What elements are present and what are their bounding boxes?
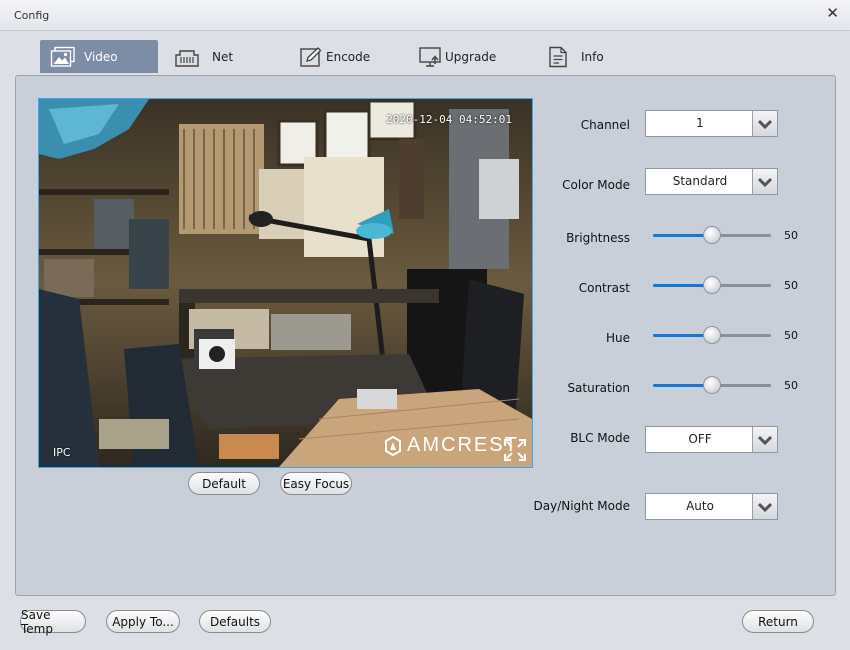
- slider-thumb[interactable]: [703, 326, 721, 344]
- contrast-value: 50: [784, 279, 798, 292]
- close-icon[interactable]: ✕: [826, 4, 839, 22]
- slider-thumb[interactable]: [703, 226, 721, 244]
- tab-net-label: Net: [212, 49, 234, 64]
- saturation-slider[interactable]: [653, 376, 771, 396]
- watermark-text: AMCREST: [407, 434, 519, 456]
- chevron-down-icon[interactable]: [752, 427, 777, 452]
- hue-label: Hue: [605, 331, 630, 345]
- brightness-slider[interactable]: [653, 226, 771, 246]
- brightness-label: Brightness: [566, 231, 630, 245]
- network-icon: [175, 49, 199, 67]
- blc-mode-label: BLC Mode: [570, 431, 630, 445]
- encode-icon: [300, 46, 322, 67]
- chevron-down-icon[interactable]: [752, 111, 777, 136]
- default-button[interactable]: Default: [188, 472, 260, 495]
- apply-to-button[interactable]: Apply To...: [106, 610, 180, 633]
- day-night-mode-select[interactable]: Auto: [645, 493, 778, 520]
- camera-snapshot: [39, 99, 532, 467]
- return-button[interactable]: Return: [742, 610, 814, 633]
- hue-value: 50: [784, 329, 798, 342]
- tab-info-label: Info: [581, 49, 604, 64]
- slider-thumb[interactable]: [703, 376, 721, 394]
- chevron-down-icon[interactable]: [752, 169, 777, 194]
- blc-mode-select[interactable]: OFF: [645, 426, 778, 453]
- chevron-down-icon[interactable]: [752, 494, 777, 519]
- tab-upgrade[interactable]: Upgrade: [418, 40, 528, 73]
- amcrest-watermark: AMCREST: [385, 434, 519, 457]
- saturation-label: Saturation: [567, 381, 630, 395]
- blc-mode-value: OFF: [688, 432, 712, 446]
- color-mode-value: Standard: [672, 174, 728, 188]
- osd-channel-name: IPC: [53, 446, 71, 459]
- color-mode-select[interactable]: Standard: [645, 168, 778, 195]
- upgrade-icon: [419, 46, 441, 67]
- contrast-slider[interactable]: [653, 276, 771, 296]
- saturation-value: 50: [784, 379, 798, 392]
- amcrest-logo-icon: [385, 435, 401, 456]
- tab-video-label: Video: [84, 49, 118, 64]
- tab-net[interactable]: Net: [174, 40, 264, 73]
- day-night-mode-label: Day/Night Mode: [533, 499, 631, 513]
- hue-slider[interactable]: [653, 326, 771, 346]
- contrast-label: Contrast: [578, 281, 630, 295]
- tab-video[interactable]: Video: [40, 40, 158, 73]
- day-night-mode-value: Auto: [686, 499, 714, 513]
- tab-info[interactable]: Info: [546, 40, 626, 73]
- brightness-value: 50: [784, 229, 798, 242]
- window-title: Config: [14, 9, 50, 22]
- color-mode-label: Color Mode: [562, 178, 630, 192]
- channel-value: 1: [696, 116, 704, 130]
- info-icon: [549, 46, 567, 67]
- video-preview: 2020-12-04 04:52:01 IPC AMCREST: [38, 98, 533, 468]
- video-icon: [50, 46, 75, 67]
- tab-encode-label: Encode: [326, 49, 371, 64]
- channel-label: Channel: [580, 118, 630, 132]
- title-bar: Config ✕: [0, 0, 850, 31]
- defaults-button[interactable]: Defaults: [199, 610, 271, 633]
- tab-upgrade-label: Upgrade: [445, 49, 497, 64]
- easy-focus-button[interactable]: Easy Focus: [280, 472, 352, 495]
- slider-thumb[interactable]: [703, 276, 721, 294]
- save-temp-button[interactable]: Save Temp: [20, 608, 86, 636]
- tab-encode[interactable]: Encode: [298, 40, 398, 73]
- osd-timestamp: 2020-12-04 04:52:01: [386, 113, 512, 126]
- channel-select[interactable]: 1: [645, 110, 778, 137]
